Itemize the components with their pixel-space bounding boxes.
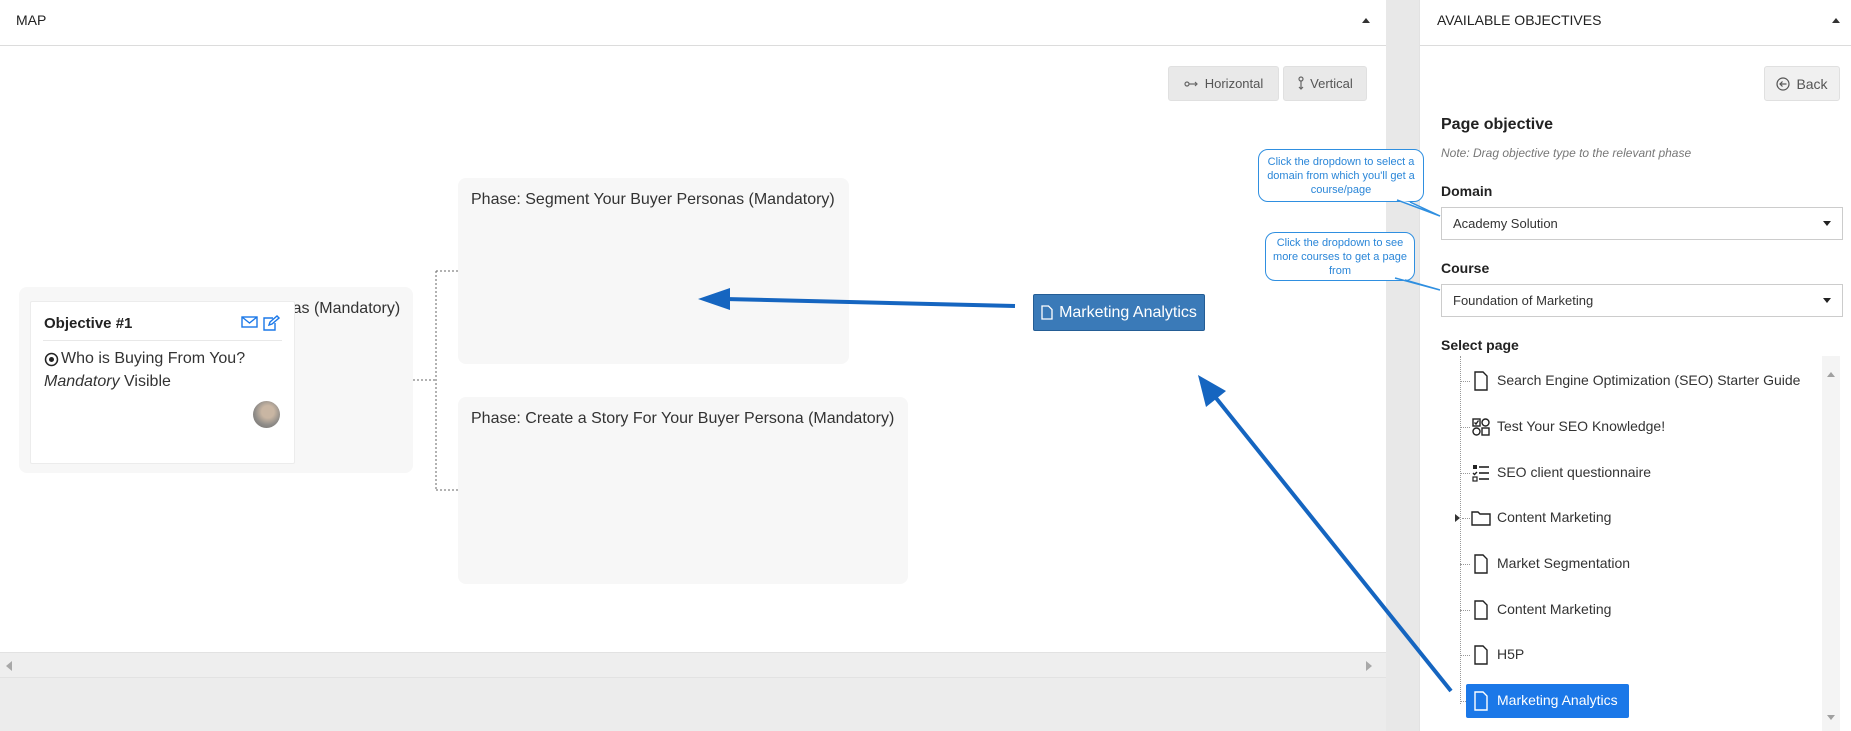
objective-mandatory: Mandatory — [44, 373, 120, 390]
course-callout-text: Click the dropdown to see more courses t… — [1273, 236, 1407, 277]
phase-label: Phase: Segment Your Buyer Personas (Mand… — [471, 191, 835, 208]
file-icon — [1474, 554, 1488, 574]
tree-item-label: Content Marketing — [1497, 601, 1612, 617]
drag-note: Note: Drag objective type to the relevan… — [1441, 146, 1692, 160]
tree-item[interactable]: Search Engine Optimization (SEO) Starter… — [1449, 366, 1819, 396]
domain-callout: Click the dropdown to select a domain fr… — [1258, 149, 1424, 202]
file-icon — [1474, 691, 1488, 711]
tree-item[interactable]: H5P — [1449, 640, 1819, 670]
edit-icon[interactable] — [262, 315, 280, 331]
page-objective-heading: Page objective — [1441, 116, 1554, 133]
tree-item-label: Marketing Analytics — [1497, 692, 1618, 708]
domain-value: Academy Solution — [1453, 216, 1558, 231]
map-collapse-icon[interactable] — [1362, 18, 1370, 23]
tree-item-label: Test Your SEO Knowledge! — [1497, 418, 1666, 434]
objectives-header: AVAILABLE OBJECTIVES — [1420, 0, 1851, 46]
objective-separator — [43, 340, 282, 341]
expand-arrow-icon[interactable] — [1455, 514, 1460, 522]
map-title: MAP — [16, 12, 47, 28]
page-tree: Search Engine Optimization (SEO) Starter… — [1449, 356, 1819, 731]
domain-select[interactable]: Academy Solution — [1441, 207, 1843, 240]
scroll-right-icon[interactable] — [1366, 661, 1372, 671]
tree-item[interactable]: Content Marketing — [1449, 595, 1819, 625]
chevron-down-icon — [1823, 298, 1831, 303]
tree-item-selected[interactable]: Marketing Analytics — [1449, 684, 1819, 718]
phase-label: Phase: Create a Story For Your Buyer Per… — [471, 410, 895, 427]
radio-target-icon — [44, 352, 59, 366]
back-label: Back — [1796, 75, 1828, 92]
scroll-left-icon[interactable] — [6, 661, 12, 671]
course-value: Foundation of Marketing — [1453, 293, 1594, 308]
objective-status-row: Mandatory Visible — [44, 373, 171, 391]
tree-item-label: Search Engine Optimization (SEO) Starter… — [1497, 372, 1801, 388]
course-select[interactable]: Foundation of Marketing — [1441, 284, 1843, 317]
page-tree-scrollbar[interactable] — [1822, 356, 1840, 731]
tree-item-label: SEO client questionnaire — [1497, 464, 1652, 480]
select-page-label: Select page — [1441, 337, 1519, 353]
folder-icon — [1471, 511, 1491, 526]
envelope-icon[interactable] — [241, 315, 258, 329]
checklist-icon — [1472, 465, 1489, 482]
file-icon — [1474, 371, 1488, 391]
tree-item-label: Content Marketing — [1497, 509, 1612, 525]
file-icon — [1041, 305, 1053, 320]
drag-chip-label: Marketing Analytics — [1059, 303, 1197, 321]
phase-segment[interactable]: Phase: Segment Your Buyer Personas (Mand… — [458, 178, 849, 364]
objective-question: Who is Buying From You? — [61, 350, 246, 367]
avatar — [253, 401, 280, 428]
objective-actions — [241, 315, 280, 331]
tree-item[interactable]: SEO client questionnaire — [1449, 458, 1819, 488]
file-icon — [1474, 645, 1488, 665]
tree-item[interactable]: Content Marketing — [1449, 503, 1819, 533]
tree-item-label: H5P — [1497, 646, 1525, 662]
quiz-icon — [1472, 418, 1490, 436]
tree-item[interactable]: Market Segmentation — [1449, 549, 1819, 579]
back-button[interactable]: Back — [1764, 66, 1840, 101]
chevron-down-icon — [1823, 221, 1831, 226]
map-header: MAP — [0, 0, 1386, 46]
domain-callout-text: Click the dropdown to select a domain fr… — [1267, 155, 1415, 196]
scroll-up-icon[interactable] — [1827, 372, 1835, 377]
domain-label: Domain — [1441, 183, 1493, 199]
map-horizontal-scrollbar[interactable] — [0, 652, 1386, 678]
dragged-marketing-analytics-chip[interactable]: Marketing Analytics — [1033, 294, 1205, 331]
objectives-title: AVAILABLE OBJECTIVES — [1437, 12, 1602, 28]
phase-create-story[interactable]: Phase: Create a Story For Your Buyer Per… — [458, 397, 908, 584]
course-label: Course — [1441, 260, 1490, 276]
objective-visibility: Visible — [124, 373, 171, 390]
objective-question-row: Who is Buying From You? — [44, 350, 245, 368]
back-arrow-icon — [1776, 76, 1791, 91]
tree-item[interactable]: Test Your SEO Knowledge! — [1449, 412, 1819, 442]
file-icon — [1474, 600, 1488, 620]
scroll-down-icon[interactable] — [1827, 715, 1835, 720]
tree-item-label: Market Segmentation — [1497, 555, 1631, 571]
panel-divider[interactable] — [1386, 0, 1419, 731]
objectives-collapse-icon[interactable] — [1832, 18, 1840, 23]
course-callout: Click the dropdown to see more courses t… — [1265, 232, 1415, 281]
objective-title: Objective #1 — [44, 315, 133, 332]
objective-card[interactable]: Objective #1 Who is Buying From You? Man… — [30, 301, 295, 464]
